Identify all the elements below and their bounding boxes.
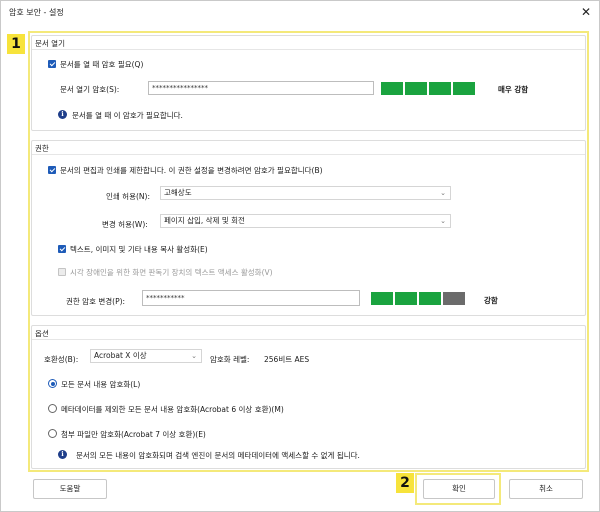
help-button[interactable]: 도움말 (33, 479, 107, 499)
radio-encrypt-except-metadata[interactable] (48, 404, 57, 413)
encryption-level-label: 암호화 레벨: (210, 355, 250, 364)
radio-encrypt-except-metadata-label: 메타데이터를 제외한 모든 문서 내용 암호화(Acrobat 6 이상 호환)… (61, 405, 284, 414)
options-group: 옵션 호환성(B): Acrobat X 이상 ⌄ 암호화 레벨: 256비트 … (31, 325, 586, 469)
require-password-checkbox[interactable] (48, 60, 56, 68)
copy-content-label: 텍스트, 이미지 및 기타 내용 복사 활성화(E) (70, 245, 208, 254)
callout-badge-1: 1 (7, 34, 25, 54)
copy-content-checkbox[interactable] (58, 245, 66, 253)
permissions-password-input[interactable]: *********** (142, 290, 360, 306)
strength-segment (405, 82, 427, 95)
restrict-editing-label: 문서의 편집과 인쇄를 제한합니다. 이 권한 설정을 변경하려면 암호가 필요… (60, 166, 323, 175)
open-info-text: 문서를 열 때 이 암호가 필요합니다. (72, 111, 183, 120)
change-allowed-select[interactable]: 페이지 삽입, 삭제 및 회전 ⌄ (160, 214, 451, 228)
window-title: 암호 보안 - 설정 (9, 8, 64, 17)
cancel-button[interactable]: 취소 (509, 479, 583, 499)
open-password-input[interactable]: **************** (148, 81, 374, 95)
print-allowed-select[interactable]: 고해상도 ⌄ (160, 186, 451, 200)
title-bar: 암호 보안 - 설정 ✕ (1, 1, 599, 23)
chevron-down-icon: ⌄ (191, 352, 197, 360)
chevron-down-icon: ⌄ (440, 217, 446, 225)
options-info-text: 문서의 모든 내용이 암호화되며 검색 엔진이 문서의 메타데이터에 액세스할 … (76, 451, 360, 460)
radio-encrypt-attachments-label: 첨부 파일만 암호화(Acrobat 7 이상 호환)(E) (61, 430, 206, 439)
group-divider (32, 49, 585, 50)
compatibility-select[interactable]: Acrobat X 이상 ⌄ (90, 349, 202, 363)
open-password-strength-meter (381, 82, 475, 95)
encryption-level-value: 256비트 AES (264, 355, 310, 364)
strength-segment (395, 292, 417, 305)
radio-encrypt-all-label: 모든 문서 내용 암호화(L) (61, 380, 141, 389)
radio-encrypt-attachments[interactable] (48, 429, 57, 438)
screen-reader-access-checkbox[interactable] (58, 268, 66, 276)
print-allowed-value: 고해상도 (164, 188, 192, 197)
compatibility-label: 호환성(B): (44, 355, 79, 364)
info-icon: i (58, 450, 67, 459)
open-document-group: 문서 열기 문서를 열 때 암호 필요(Q) 문서 열기 암호(S): ****… (31, 35, 586, 131)
change-allowed-label: 변경 허용(W): (102, 220, 148, 229)
info-icon: i (58, 110, 67, 119)
strength-segment (453, 82, 475, 95)
group-divider (32, 154, 585, 155)
group-title-permissions: 권한 (35, 144, 49, 153)
radio-encrypt-all[interactable] (48, 379, 57, 388)
password-security-dialog: 암호 보안 - 설정 ✕ 1 문서 열기 문서를 열 때 암호 필요(Q) 문서… (0, 0, 600, 512)
strength-segment (443, 292, 465, 305)
restrict-editing-checkbox[interactable] (48, 166, 56, 174)
open-strength-label: 매우 강함 (498, 85, 529, 94)
group-title-options: 옵션 (35, 329, 49, 338)
permissions-password-strength-meter (371, 292, 465, 305)
chevron-down-icon: ⌄ (440, 189, 446, 197)
change-allowed-value: 페이지 삽입, 삭제 및 회전 (164, 216, 245, 225)
strength-segment (419, 292, 441, 305)
print-allowed-label: 인쇄 허용(N): (106, 192, 150, 201)
open-password-label: 문서 열기 암호(S): (60, 85, 120, 94)
callout-badge-2: 2 (396, 473, 414, 493)
permissions-group: 권한 문서의 편집과 인쇄를 제한합니다. 이 권한 설정을 변경하려면 암호가… (31, 140, 586, 316)
compatibility-value: Acrobat X 이상 (94, 351, 147, 360)
group-divider (32, 339, 585, 340)
strength-segment (371, 292, 393, 305)
permissions-password-label: 권한 암호 변경(P): (66, 297, 126, 306)
screen-reader-access-label: 시각 장애인을 위한 화면 판독기 장치의 텍스트 액세스 활성화(V) (70, 268, 273, 277)
require-password-label: 문서를 열 때 암호 필요(Q) (60, 60, 144, 69)
strength-segment (429, 82, 451, 95)
strength-segment (381, 82, 403, 95)
permissions-strength-label: 강함 (484, 296, 498, 305)
close-icon[interactable]: ✕ (577, 3, 595, 21)
ok-button[interactable]: 확인 (423, 479, 495, 499)
group-title-open: 문서 열기 (35, 39, 65, 48)
